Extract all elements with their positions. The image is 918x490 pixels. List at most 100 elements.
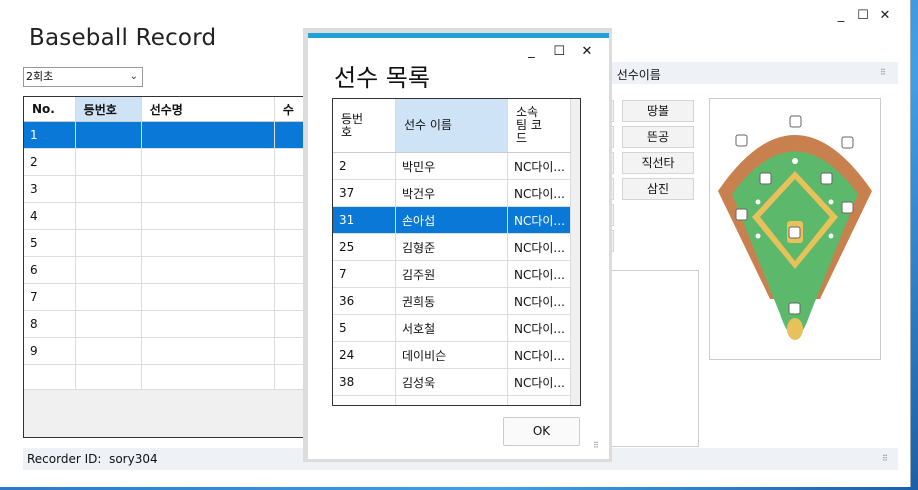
table-row-empty[interactable] (24, 364, 312, 390)
team-code-cell[interactable]: NC다이... (507, 368, 571, 396)
list-item[interactable]: 5 서호철 NC다이... (333, 314, 571, 342)
note-area[interactable] (602, 270, 699, 447)
list-item[interactable]: 31 손아섭 NC다이... (333, 206, 571, 234)
batting-order-cell[interactable]: 4 (24, 202, 76, 230)
column-header-number[interactable]: 등번호 (333, 99, 396, 153)
dialog-maximize-icon[interactable]: ☐ (547, 44, 571, 59)
column-header-player-name[interactable]: 선수 이름 (395, 99, 508, 153)
player-name-cell[interactable]: 권희동 (395, 287, 508, 315)
player-number-cell[interactable]: 36 (333, 287, 396, 315)
grid-cell[interactable] (24, 364, 76, 390)
grid-cell[interactable] (75, 175, 142, 203)
grid-cell[interactable] (75, 148, 142, 176)
batting-order-cell[interactable]: 8 (24, 310, 76, 338)
resize-grip-icon[interactable]: ⠿ (880, 69, 890, 80)
grid-cell[interactable] (333, 395, 396, 405)
table-row[interactable]: 5 (24, 229, 312, 257)
list-item[interactable]: 36 권희동 NC다이... (333, 287, 571, 315)
grid-cell[interactable] (141, 121, 275, 149)
player-list-grid[interactable]: 등번 호 선수 이름 소속 팀 코드 2 박민우 NC다이... 37 박건우 NC다이...… (332, 98, 581, 406)
table-row[interactable]: 7 (24, 283, 312, 311)
grid-cell[interactable] (141, 202, 275, 230)
player-number-cell[interactable]: 31 (333, 206, 396, 234)
grid-cell[interactable] (75, 364, 142, 390)
grid-cell[interactable] (141, 256, 275, 284)
team-code-cell[interactable]: NC다이... (507, 287, 571, 315)
batting-order-cell[interactable]: 2 (24, 148, 76, 176)
batting-order-cell[interactable]: 7 (24, 283, 76, 311)
grid-cell[interactable] (75, 283, 142, 311)
grid-cell[interactable] (75, 229, 142, 257)
team-code-cell[interactable]: NC다이... (507, 179, 571, 207)
player-number-cell[interactable]: 25 (333, 233, 396, 261)
grid-cell[interactable] (141, 148, 275, 176)
table-row[interactable]: 2 (24, 148, 312, 176)
list-item[interactable]: 37 박건우 NC다이... (333, 179, 571, 207)
batting-order-cell[interactable]: 9 (24, 337, 76, 365)
grid-cell[interactable] (395, 395, 508, 405)
list-item[interactable]: 7 김주원 NC다이... (333, 260, 571, 288)
player-number-cell[interactable]: 37 (333, 179, 396, 207)
batting-order-cell[interactable]: 1 (24, 121, 76, 149)
team-code-cell[interactable]: NC다이... (507, 152, 571, 180)
column-header-team-code[interactable]: 소속 팀 코드 (507, 99, 571, 153)
team-code-cell[interactable]: NC다이... (507, 233, 571, 261)
player-name-cell[interactable]: 김성욱 (395, 368, 508, 396)
dialog-close-icon[interactable]: ✕ (575, 44, 599, 59)
lineup-grid[interactable]: No. 등번호 선수명 수 123456789 (23, 96, 313, 438)
table-row[interactable]: 3 (24, 175, 312, 203)
list-item[interactable]: 24 데이비슨 NC다이... (333, 341, 571, 369)
player-number-cell[interactable]: 7 (333, 260, 396, 288)
player-number-cell[interactable]: 24 (333, 341, 396, 369)
batting-order-cell[interactable]: 3 (24, 175, 76, 203)
dialog-minimize-icon[interactable]: _ (519, 44, 543, 59)
fly-ball-button[interactable]: 뜬공 (622, 126, 694, 148)
column-header-no[interactable]: No. (24, 97, 76, 122)
resize-grip-icon[interactable]: ⠿ (593, 442, 603, 453)
table-row[interactable]: 6 (24, 256, 312, 284)
table-row[interactable]: 1 (24, 121, 312, 149)
player-name-cell[interactable]: 박민우 (395, 152, 508, 180)
table-row[interactable]: 9 (24, 337, 312, 365)
player-number-cell[interactable]: 5 (333, 314, 396, 342)
list-item[interactable]: 25 김형준 NC다이... (333, 233, 571, 261)
grid-cell[interactable] (75, 256, 142, 284)
team-code-cell[interactable]: NC다이... (507, 260, 571, 288)
minimize-icon[interactable]: _ (830, 8, 852, 23)
team-code-cell[interactable]: NC다이... (507, 341, 571, 369)
team-code-cell[interactable]: NC다이... (507, 314, 571, 342)
player-number-cell[interactable]: 38 (333, 368, 396, 396)
grid-cell[interactable] (141, 310, 275, 338)
resize-grip-icon[interactable]: ⠿ (882, 455, 892, 466)
table-row[interactable]: 4 (24, 202, 312, 230)
player-number-cell[interactable]: 2 (333, 152, 396, 180)
column-header-number[interactable]: 등번호 (75, 97, 142, 122)
player-name-cell[interactable]: 서호철 (395, 314, 508, 342)
line-drive-button[interactable]: 직선타 (622, 152, 694, 174)
grid-cell[interactable] (141, 175, 275, 203)
grid-cell[interactable] (141, 337, 275, 365)
inning-select[interactable]: 2회초 ⌄ (23, 67, 143, 87)
grid-cell[interactable] (507, 395, 571, 405)
ok-button[interactable]: OK (503, 417, 580, 446)
player-name-cell[interactable]: 손아섭 (395, 206, 508, 234)
column-header-player-name[interactable]: 선수명 (141, 97, 275, 122)
list-item[interactable]: 38 김성욱 NC다이... (333, 368, 571, 396)
table-row[interactable]: 8 (24, 310, 312, 338)
list-item-empty[interactable] (333, 395, 571, 405)
grid-cell[interactable] (141, 229, 275, 257)
list-item[interactable]: 2 박민우 NC다이... (333, 152, 571, 180)
grid-cell[interactable] (75, 310, 142, 338)
strikeout-button[interactable]: 삼진 (622, 178, 694, 200)
grid-cell[interactable] (141, 364, 275, 390)
grid-cell[interactable] (75, 202, 142, 230)
grid-cell[interactable] (141, 283, 275, 311)
batting-order-cell[interactable]: 6 (24, 256, 76, 284)
player-name-cell[interactable]: 김주원 (395, 260, 508, 288)
player-name-cell[interactable]: 박건우 (395, 179, 508, 207)
player-name-cell[interactable]: 김형준 (395, 233, 508, 261)
maximize-icon[interactable]: ☐ (852, 8, 874, 23)
ground-ball-button[interactable]: 땅볼 (622, 100, 694, 122)
grid-cell[interactable] (75, 121, 142, 149)
player-name-cell[interactable]: 데이비슨 (395, 341, 508, 369)
